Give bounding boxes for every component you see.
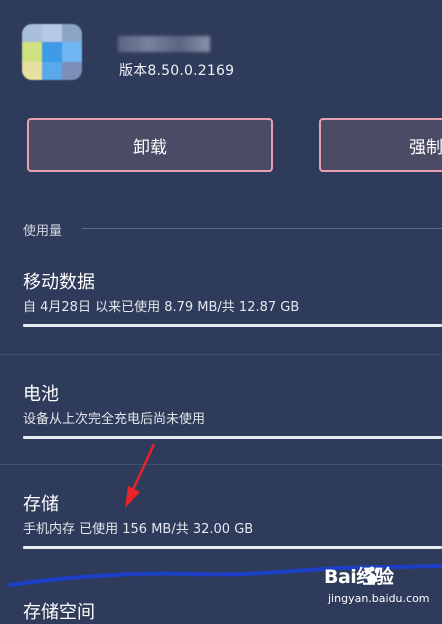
section-divider bbox=[82, 228, 442, 229]
mobile-data-progress-bar bbox=[23, 324, 442, 327]
storage-item[interactable]: 存储 手机内存 已使用 156 MB/共 32.00 GB bbox=[0, 484, 442, 564]
battery-subtitle: 设备从上次完全充电后尚未使用 bbox=[23, 412, 206, 427]
mobile-data-subtitle: 自 4月28日 以来已使用 8.79 MB/共 12.87 GB bbox=[23, 300, 300, 315]
paw-icon bbox=[364, 566, 380, 584]
battery-progress-bar bbox=[23, 436, 442, 439]
storage-title: 存储 bbox=[23, 494, 59, 515]
divider bbox=[0, 464, 442, 465]
baidu-jingyan-watermark: Bai经验 jingyan.baidu.com bbox=[322, 562, 442, 620]
divider bbox=[0, 354, 442, 355]
storage-subtitle: 手机内存 已使用 156 MB/共 32.00 GB bbox=[23, 522, 254, 537]
watermark-logo: Bai经验 bbox=[324, 566, 394, 588]
force-stop-button[interactable]: 强制 bbox=[319, 118, 442, 172]
battery-title: 电池 bbox=[23, 384, 59, 405]
app-name-redacted bbox=[118, 36, 210, 52]
mobile-data-title: 移动数据 bbox=[23, 272, 95, 293]
uninstall-button[interactable]: 卸载 bbox=[27, 118, 273, 172]
app-version: 版本8.50.0.2169 bbox=[119, 63, 235, 79]
storage-space-title: 存储空间 bbox=[23, 602, 95, 623]
watermark-url: jingyan.baidu.com bbox=[328, 592, 430, 605]
app-icon bbox=[22, 24, 82, 80]
storage-progress-bar bbox=[23, 546, 442, 549]
usage-section-label: 使用量 bbox=[23, 224, 63, 239]
app-header: 版本8.50.0.2169 bbox=[0, 0, 442, 100]
battery-item[interactable]: 电池 设备从上次完全充电后尚未使用 bbox=[0, 374, 442, 464]
mobile-data-item[interactable]: 移动数据 自 4月28日 以来已使用 8.79 MB/共 12.87 GB bbox=[0, 262, 442, 356]
